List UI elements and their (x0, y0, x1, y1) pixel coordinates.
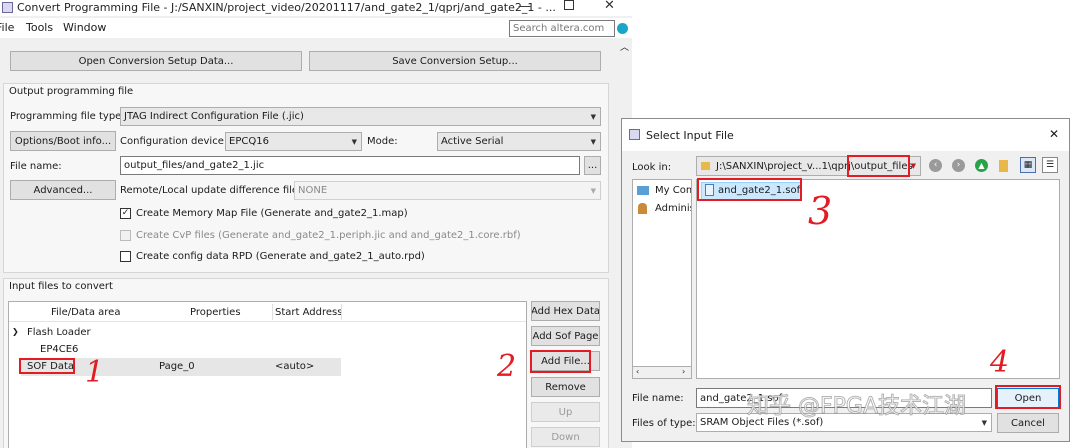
tree-flash-loader[interactable]: Flash Loader (27, 327, 91, 338)
annotation-2: 2 (497, 349, 517, 384)
computer-icon (637, 186, 649, 195)
remove-button[interactable]: Remove (531, 377, 600, 397)
cvp-label: Create CvP files (Generate and_gate2_1.p… (136, 230, 521, 241)
output-group-title: Output programming file (9, 86, 134, 97)
annotation-1: 1 (85, 355, 105, 390)
up-folder-icon[interactable]: ▲ (975, 159, 988, 172)
memory-map-label: Create Memory Map File (Generate and_gat… (136, 208, 408, 219)
menu-window[interactable]: Window (63, 21, 106, 34)
rpd-checkbox[interactable] (120, 251, 131, 262)
col-divider (341, 304, 342, 320)
advanced-button[interactable]: Advanced... (10, 180, 116, 200)
file-name-input[interactable]: output_files/and_gate2_1.jic (120, 156, 580, 175)
save-setup-button[interactable]: Save Conversion Setup... (309, 51, 601, 71)
highlight-sof-file (697, 178, 802, 201)
places-sidebar: My Com Adminis (632, 179, 692, 379)
places-item-admin[interactable]: Adminis (655, 203, 691, 214)
cvp-checkbox[interactable] (120, 230, 131, 241)
dialog-file-name-label: File name: (632, 393, 684, 404)
dropdown-arrow-icon: ▼ (590, 112, 596, 121)
look-in-path: J:\SANXIN\project_v...1\qprj\ (716, 160, 855, 172)
app-icon (2, 2, 13, 13)
globe-icon[interactable] (617, 23, 628, 34)
dropdown-arrow-icon: ▼ (590, 186, 596, 195)
tree-sof-addr: <auto> (275, 361, 315, 372)
mode-select[interactable]: Active Serial ▼ (437, 132, 601, 151)
rpd-label: Create config data RPD (Generate and_gat… (136, 251, 425, 262)
menu-file[interactable]: File (0, 21, 14, 34)
cancel-button[interactable]: Cancel (997, 413, 1059, 433)
menu-tools[interactable]: Tools (26, 21, 53, 34)
menu-bar: File Tools Window Search altera.com (0, 18, 632, 38)
prog-type-label: Programming file type: (10, 111, 125, 122)
config-device-label: Configuration device: (120, 136, 228, 147)
dropdown-arrow-icon: ▼ (981, 418, 987, 427)
prog-type-select[interactable]: JTAG Indirect Configuration File (.jic) … (120, 107, 601, 126)
open-setup-button[interactable]: Open Conversion Setup Data... (10, 51, 302, 71)
col-divider (272, 304, 273, 320)
search-input[interactable]: Search altera.com (509, 20, 615, 37)
add-hex-button[interactable]: Add Hex Data (531, 301, 600, 321)
user-icon (638, 203, 647, 214)
tree-device[interactable]: EP4CE6 (40, 344, 78, 355)
browse-button[interactable]: ... (584, 156, 601, 175)
highlight-open-button (995, 385, 1061, 409)
files-of-type-label: Files of type: (632, 418, 696, 429)
scroll-left-icon[interactable]: ‹ (636, 367, 639, 376)
scroll-up-icon[interactable]: ︿ (620, 40, 629, 53)
new-folder-icon[interactable] (999, 160, 1008, 172)
folder-icon (701, 162, 710, 170)
dropdown-arrow-icon: ▼ (910, 162, 916, 170)
up-button[interactable]: Up (531, 402, 600, 422)
dialog-title: Select Input File (646, 129, 734, 142)
maximize-icon[interactable] (564, 0, 574, 10)
dropdown-arrow-icon: ▼ (590, 137, 596, 146)
places-item-computer[interactable]: My Com (655, 185, 691, 196)
mode-value: Active Serial (441, 136, 504, 147)
col-header-file[interactable]: File/Data area (51, 307, 120, 318)
look-in-label: Look in: (632, 162, 672, 173)
down-button[interactable]: Down (531, 427, 600, 447)
config-device-value: EPCQ16 (229, 136, 269, 147)
file-name-label: File name: (10, 161, 62, 172)
prog-type-value: JTAG Indirect Configuration File (.jic) (124, 111, 304, 122)
scroll-right-icon[interactable]: › (682, 367, 685, 376)
col-header-props[interactable]: Properties (190, 307, 241, 318)
close-icon[interactable]: ✕ (604, 0, 615, 13)
minimize-icon[interactable]: — (518, 0, 531, 14)
collapse-icon[interactable]: ❯ (12, 327, 19, 336)
options-boot-button[interactable]: Options/Boot info... (10, 131, 116, 151)
col-header-addr[interactable]: Start Address (275, 307, 342, 318)
remote-select[interactable]: NONE ▼ (294, 181, 601, 200)
annotation-4: 4 (990, 345, 1010, 380)
input-group-title: Input files to convert (9, 281, 113, 292)
highlight-sof-data (19, 358, 75, 374)
back-icon[interactable]: ‹ (929, 159, 942, 172)
forward-icon[interactable]: › (952, 159, 965, 172)
highlight-output-folder (847, 155, 910, 177)
annotation-3: 3 (808, 189, 833, 233)
list-view-icon[interactable]: ▦ (1020, 157, 1036, 173)
remote-label: Remote/Local update difference file: (120, 185, 302, 196)
dropdown-arrow-icon: ▼ (351, 137, 357, 146)
sidebar-hscroll[interactable]: ‹ › (632, 366, 692, 379)
dialog-app-icon (629, 129, 640, 140)
add-sof-button[interactable]: Add Sof Page (531, 326, 600, 346)
mode-label: Mode: (367, 136, 398, 147)
memory-map-checkbox[interactable]: ✓ (120, 208, 131, 219)
table-header: File/Data area Properties Start Address (9, 302, 526, 322)
title-bar: Convert Programming File - J:/SANXIN/pro… (0, 0, 632, 16)
detail-view-icon[interactable]: ☰ (1042, 157, 1058, 173)
highlight-add-file (530, 350, 591, 373)
tree-sof-props: Page_0 (159, 361, 195, 372)
dialog-close-icon[interactable]: ✕ (1049, 127, 1059, 141)
dialog-title-bar: Select Input File ✕ (622, 119, 1069, 151)
remote-value: NONE (298, 185, 328, 196)
watermark: 知乎 @FPGA技术江湖 (746, 394, 967, 420)
config-device-select[interactable]: EPCQ16 ▼ (225, 132, 362, 151)
window-title: Convert Programming File - J:/SANXIN/pro… (17, 1, 556, 14)
